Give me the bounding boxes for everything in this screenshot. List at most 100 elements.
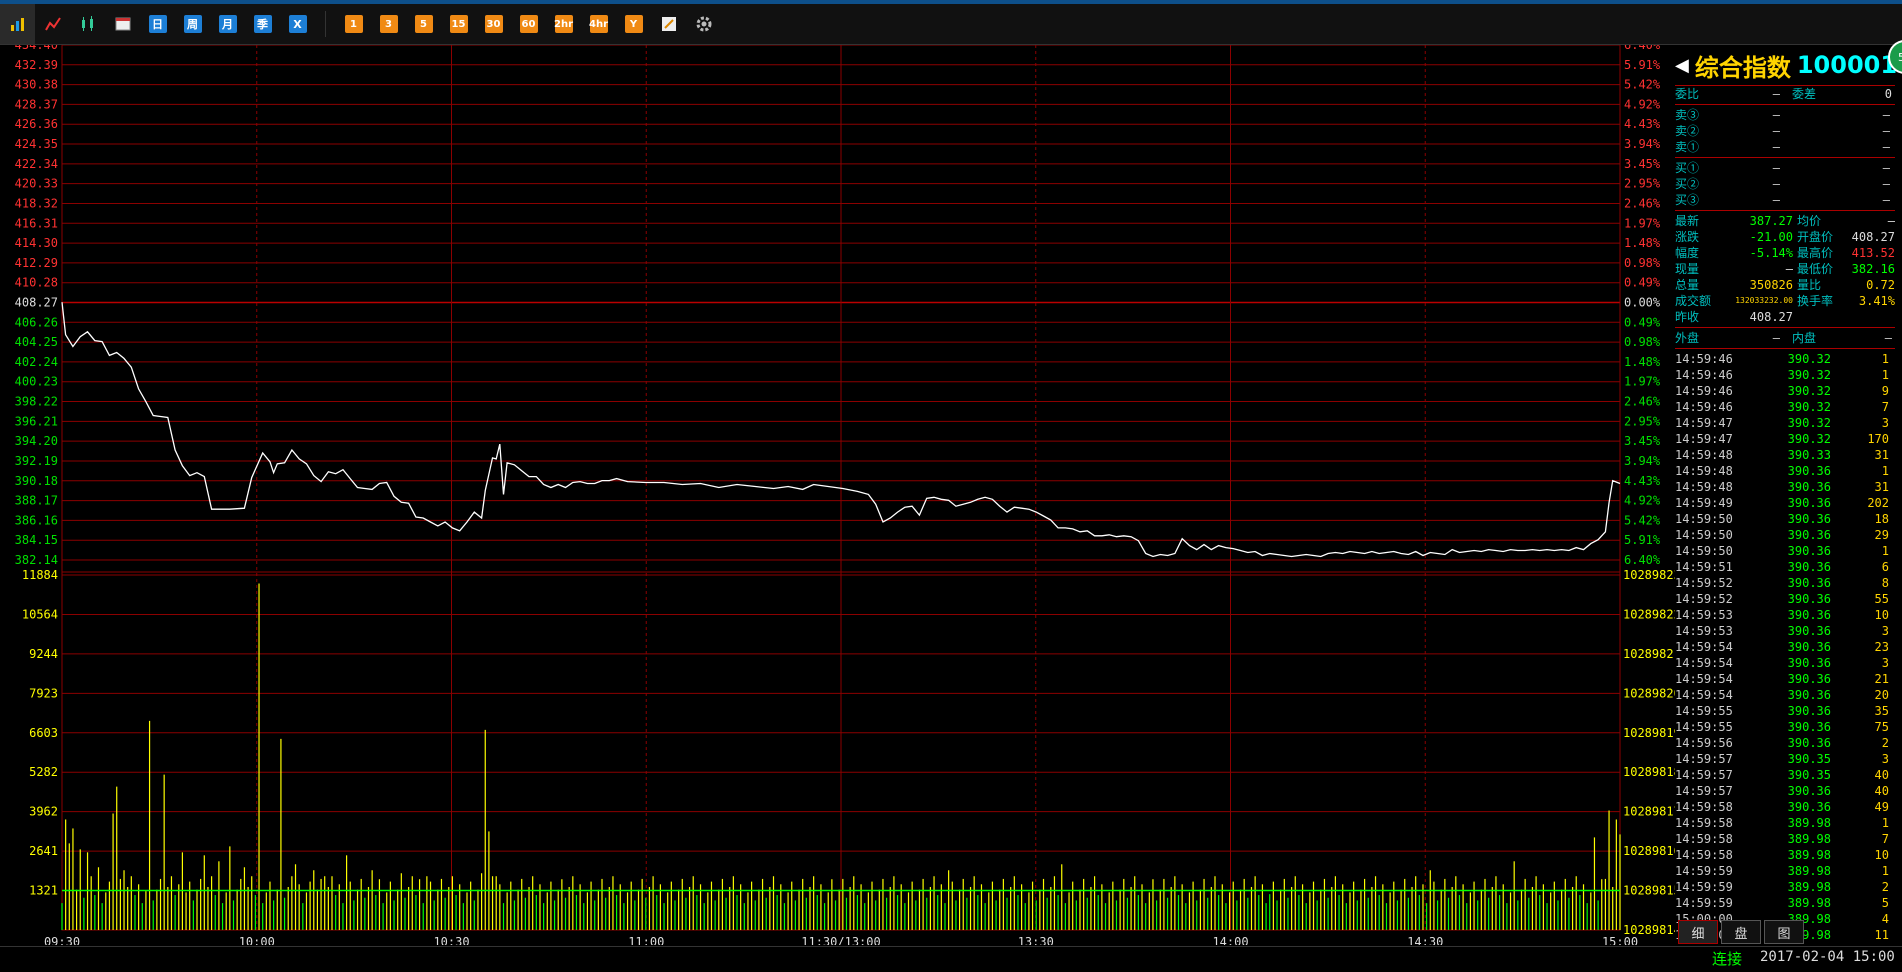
- tick-row[interactable]: 14:59:47 390.32 170: [1675, 431, 1895, 447]
- tick-row[interactable]: 14:59:56 390.36 2: [1675, 735, 1895, 751]
- tool-quarter-button[interactable]: 季: [245, 4, 280, 44]
- pct-tick-label: 5.42%: [1624, 513, 1661, 527]
- tool-30-button[interactable]: 30: [476, 4, 511, 44]
- tool-line-chart-button[interactable]: [35, 4, 70, 44]
- tick-row[interactable]: 14:59:54 390.36 21: [1675, 671, 1895, 687]
- sell-order-row[interactable]: 卖② — —: [1675, 123, 1895, 139]
- tool-candle-button[interactable]: [70, 4, 105, 44]
- back-arrow-icon[interactable]: ◀: [1675, 55, 1689, 76]
- quote-value-2: 408.27: [1851, 230, 1895, 244]
- tick-time: 14:59:52: [1675, 592, 1733, 606]
- quote-row[interactable]: 幅度 -5.14% 最高价 413.52: [1675, 245, 1895, 261]
- tick-row[interactable]: 14:59:46 390.32 9: [1675, 383, 1895, 399]
- tool-month-button[interactable]: 月: [210, 4, 245, 44]
- tick-row[interactable]: 14:59:53 390.36 3: [1675, 623, 1895, 639]
- tick-row[interactable]: 14:59:58 389.98 7: [1675, 831, 1895, 847]
- tool-week-button[interactable]: 周: [175, 4, 210, 44]
- quote-row[interactable]: 昨收 408.27: [1675, 309, 1895, 325]
- tick-row[interactable]: 14:59:57 390.36 40: [1675, 783, 1895, 799]
- tick-row[interactable]: 14:59:53 390.36 10: [1675, 607, 1895, 623]
- tool-x-button[interactable]: X: [280, 4, 315, 44]
- tool-settings-button[interactable]: [686, 4, 721, 44]
- pct-tick-label: 6.40%: [1624, 553, 1661, 567]
- sell-orders: 卖③ — — 卖② — — 卖① — —: [1675, 107, 1895, 155]
- tick-row[interactable]: 14:59:51 390.36 6: [1675, 559, 1895, 575]
- tick-row[interactable]: 14:59:58 389.98 10: [1675, 847, 1895, 863]
- volume-right-tick-label: 10289815: [1623, 884, 1675, 898]
- tick-row[interactable]: 14:59:46 390.32 7: [1675, 399, 1895, 415]
- connect-status[interactable]: 连接: [1712, 948, 1742, 969]
- quote-row[interactable]: 成交额 132033232.00 换手率 3.41%: [1675, 293, 1895, 309]
- tool-draw-button[interactable]: [651, 4, 686, 44]
- tool-week-label: 周: [183, 15, 202, 33]
- tick-volume: 40: [1874, 768, 1889, 782]
- tab-2[interactable]: 图: [1764, 920, 1804, 944]
- pct-tick-label: 2.95%: [1624, 414, 1661, 428]
- tool-15-button[interactable]: 15: [441, 4, 476, 44]
- tool-1-button[interactable]: 1: [336, 4, 371, 44]
- tick-volume: 1: [1881, 816, 1889, 830]
- sell-order-row[interactable]: 卖① — —: [1675, 139, 1895, 155]
- tick-row[interactable]: 14:59:48 390.33 31: [1675, 447, 1895, 463]
- tick-row[interactable]: 14:59:59 389.98 1: [1675, 863, 1895, 879]
- tick-volume: 6: [1881, 560, 1889, 574]
- quote-row[interactable]: 最新 387.27 均价 —: [1675, 213, 1895, 229]
- tool-calendar-button[interactable]: [105, 4, 140, 44]
- tool-60-label: 60: [519, 15, 538, 33]
- tool-5-button[interactable]: 5: [406, 4, 441, 44]
- tick-price: 390.36: [1787, 784, 1831, 798]
- tick-row[interactable]: 14:59:57 390.35 40: [1675, 767, 1895, 783]
- quote-value: 132033232.00: [1735, 296, 1793, 305]
- tool-2hr-button[interactable]: 2hr: [546, 4, 581, 44]
- sell-order-row[interactable]: 卖③ — —: [1675, 107, 1895, 123]
- tick-time: 14:59:46: [1675, 352, 1733, 366]
- tick-row[interactable]: 14:59:50 390.36 29: [1675, 527, 1895, 543]
- tick-row[interactable]: 14:59:46 390.32 1: [1675, 351, 1895, 367]
- tool-bar-chart-button[interactable]: [0, 4, 35, 44]
- tick-volume: 29: [1874, 528, 1889, 542]
- tool-4hr-button[interactable]: 4hr: [581, 4, 616, 44]
- tick-row[interactable]: 14:59:52 390.36 55: [1675, 591, 1895, 607]
- tick-time: 14:59:52: [1675, 576, 1733, 590]
- volume-tick-label: 2641: [29, 844, 58, 858]
- tick-row[interactable]: 14:59:46 390.32 1: [1675, 367, 1895, 383]
- tick-row[interactable]: 14:59:57 390.35 3: [1675, 751, 1895, 767]
- tick-row[interactable]: 14:59:48 390.36 1: [1675, 463, 1895, 479]
- tick-row[interactable]: 14:59:58 390.36 49: [1675, 799, 1895, 815]
- tool-year-button[interactable]: Y: [616, 4, 651, 44]
- quote-label: 昨收: [1675, 310, 1700, 324]
- tick-row[interactable]: 14:59:58 389.98 1: [1675, 815, 1895, 831]
- tick-row[interactable]: 14:59:59 389.98 2: [1675, 879, 1895, 895]
- tick-row[interactable]: 14:59:55 390.36 35: [1675, 703, 1895, 719]
- tick-row[interactable]: 14:59:50 390.36 1: [1675, 543, 1895, 559]
- tick-row[interactable]: 14:59:54 390.36 23: [1675, 639, 1895, 655]
- buy-order-row[interactable]: 买① — —: [1675, 160, 1895, 176]
- tab-0[interactable]: 细: [1678, 920, 1718, 944]
- tab-1[interactable]: 盘: [1721, 920, 1761, 944]
- tick-volume: 7: [1881, 400, 1889, 414]
- volume-tick-label: 9244: [29, 647, 58, 661]
- tool-day-button[interactable]: 日: [140, 4, 175, 44]
- tick-list[interactable]: 14:59:46 390.32 1 14:59:46 390.32 1 14:59:46 39…: [1675, 351, 1895, 943]
- buys-price: —: [1772, 193, 1780, 207]
- tick-price: 390.36: [1787, 528, 1831, 542]
- tool-3-button[interactable]: 3: [371, 4, 406, 44]
- quote-row[interactable]: 现量 — 最低价 382.16: [1675, 261, 1895, 277]
- tick-row[interactable]: 14:59:47 390.32 3: [1675, 415, 1895, 431]
- quote-row[interactable]: 涨跌 -21.00 开盘价 408.27: [1675, 229, 1895, 245]
- intraday-chart[interactable]: 434.40 6.40% 432.39 5.91% 430.38 5.42% 428.37 4…: [0, 45, 1675, 945]
- quote-value: -5.14%: [1749, 246, 1793, 260]
- tick-row[interactable]: 14:59:55 390.36 75: [1675, 719, 1895, 735]
- tick-row[interactable]: 14:59:49 390.36 202: [1675, 495, 1895, 511]
- tick-row[interactable]: 14:59:50 390.36 18: [1675, 511, 1895, 527]
- buy-order-row[interactable]: 买③ — —: [1675, 192, 1895, 208]
- tick-row[interactable]: 14:59:48 390.36 31: [1675, 479, 1895, 495]
- buy-order-row[interactable]: 买② — —: [1675, 176, 1895, 192]
- weibi-value: —: [1772, 87, 1780, 101]
- tick-row[interactable]: 14:59:59 389.98 5: [1675, 895, 1895, 911]
- tick-row[interactable]: 14:59:54 390.36 3: [1675, 655, 1895, 671]
- tool-60-button[interactable]: 60: [511, 4, 546, 44]
- tick-row[interactable]: 14:59:54 390.36 20: [1675, 687, 1895, 703]
- tick-row[interactable]: 14:59:52 390.36 8: [1675, 575, 1895, 591]
- quote-row[interactable]: 总量 350826 量比 0.72: [1675, 277, 1895, 293]
